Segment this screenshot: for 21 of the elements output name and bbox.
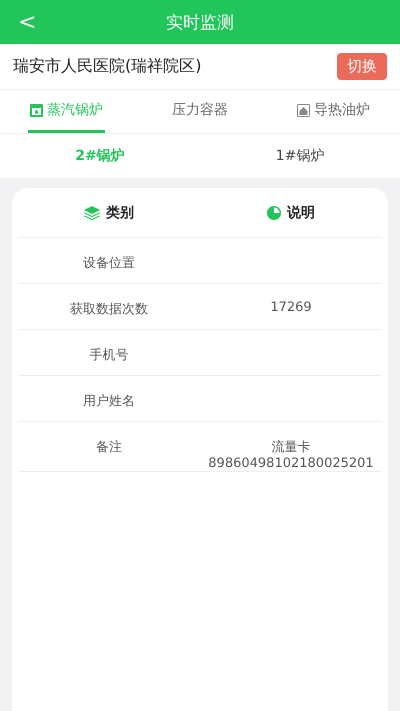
- row-label: 用户姓名: [82, 393, 136, 410]
- site-name: 瑞安市人民医院(瑞祥院区): [13, 56, 202, 77]
- column-header: 类别: [106, 204, 134, 222]
- house-icon: [296, 104, 310, 116]
- row-label: 获取数据次数: [69, 301, 149, 318]
- subtab[interactable]: 1#锅炉: [200, 134, 400, 178]
- back-button[interactable]: <: [10, 6, 44, 39]
- boiler-icon: [30, 104, 44, 116]
- layers-icon: [84, 206, 100, 220]
- row-value: 流量卡 89860498102180025201: [207, 439, 375, 471]
- row-label: 备注: [95, 439, 123, 456]
- row-value: 17269: [269, 300, 313, 315]
- row-label: 手机号: [88, 347, 130, 364]
- page-title: 实时监测: [166, 12, 234, 34]
- pie-chart-icon: [267, 206, 281, 220]
- switch-button[interactable]: 切换: [337, 53, 387, 80]
- tab[interactable]: 压力容器: [161, 90, 239, 133]
- column-header: 说明: [287, 204, 315, 222]
- row-label: 设备位置: [82, 255, 136, 272]
- tab[interactable]: 导热油炉: [294, 90, 372, 133]
- subtab[interactable]: 2#锅炉: [0, 134, 200, 178]
